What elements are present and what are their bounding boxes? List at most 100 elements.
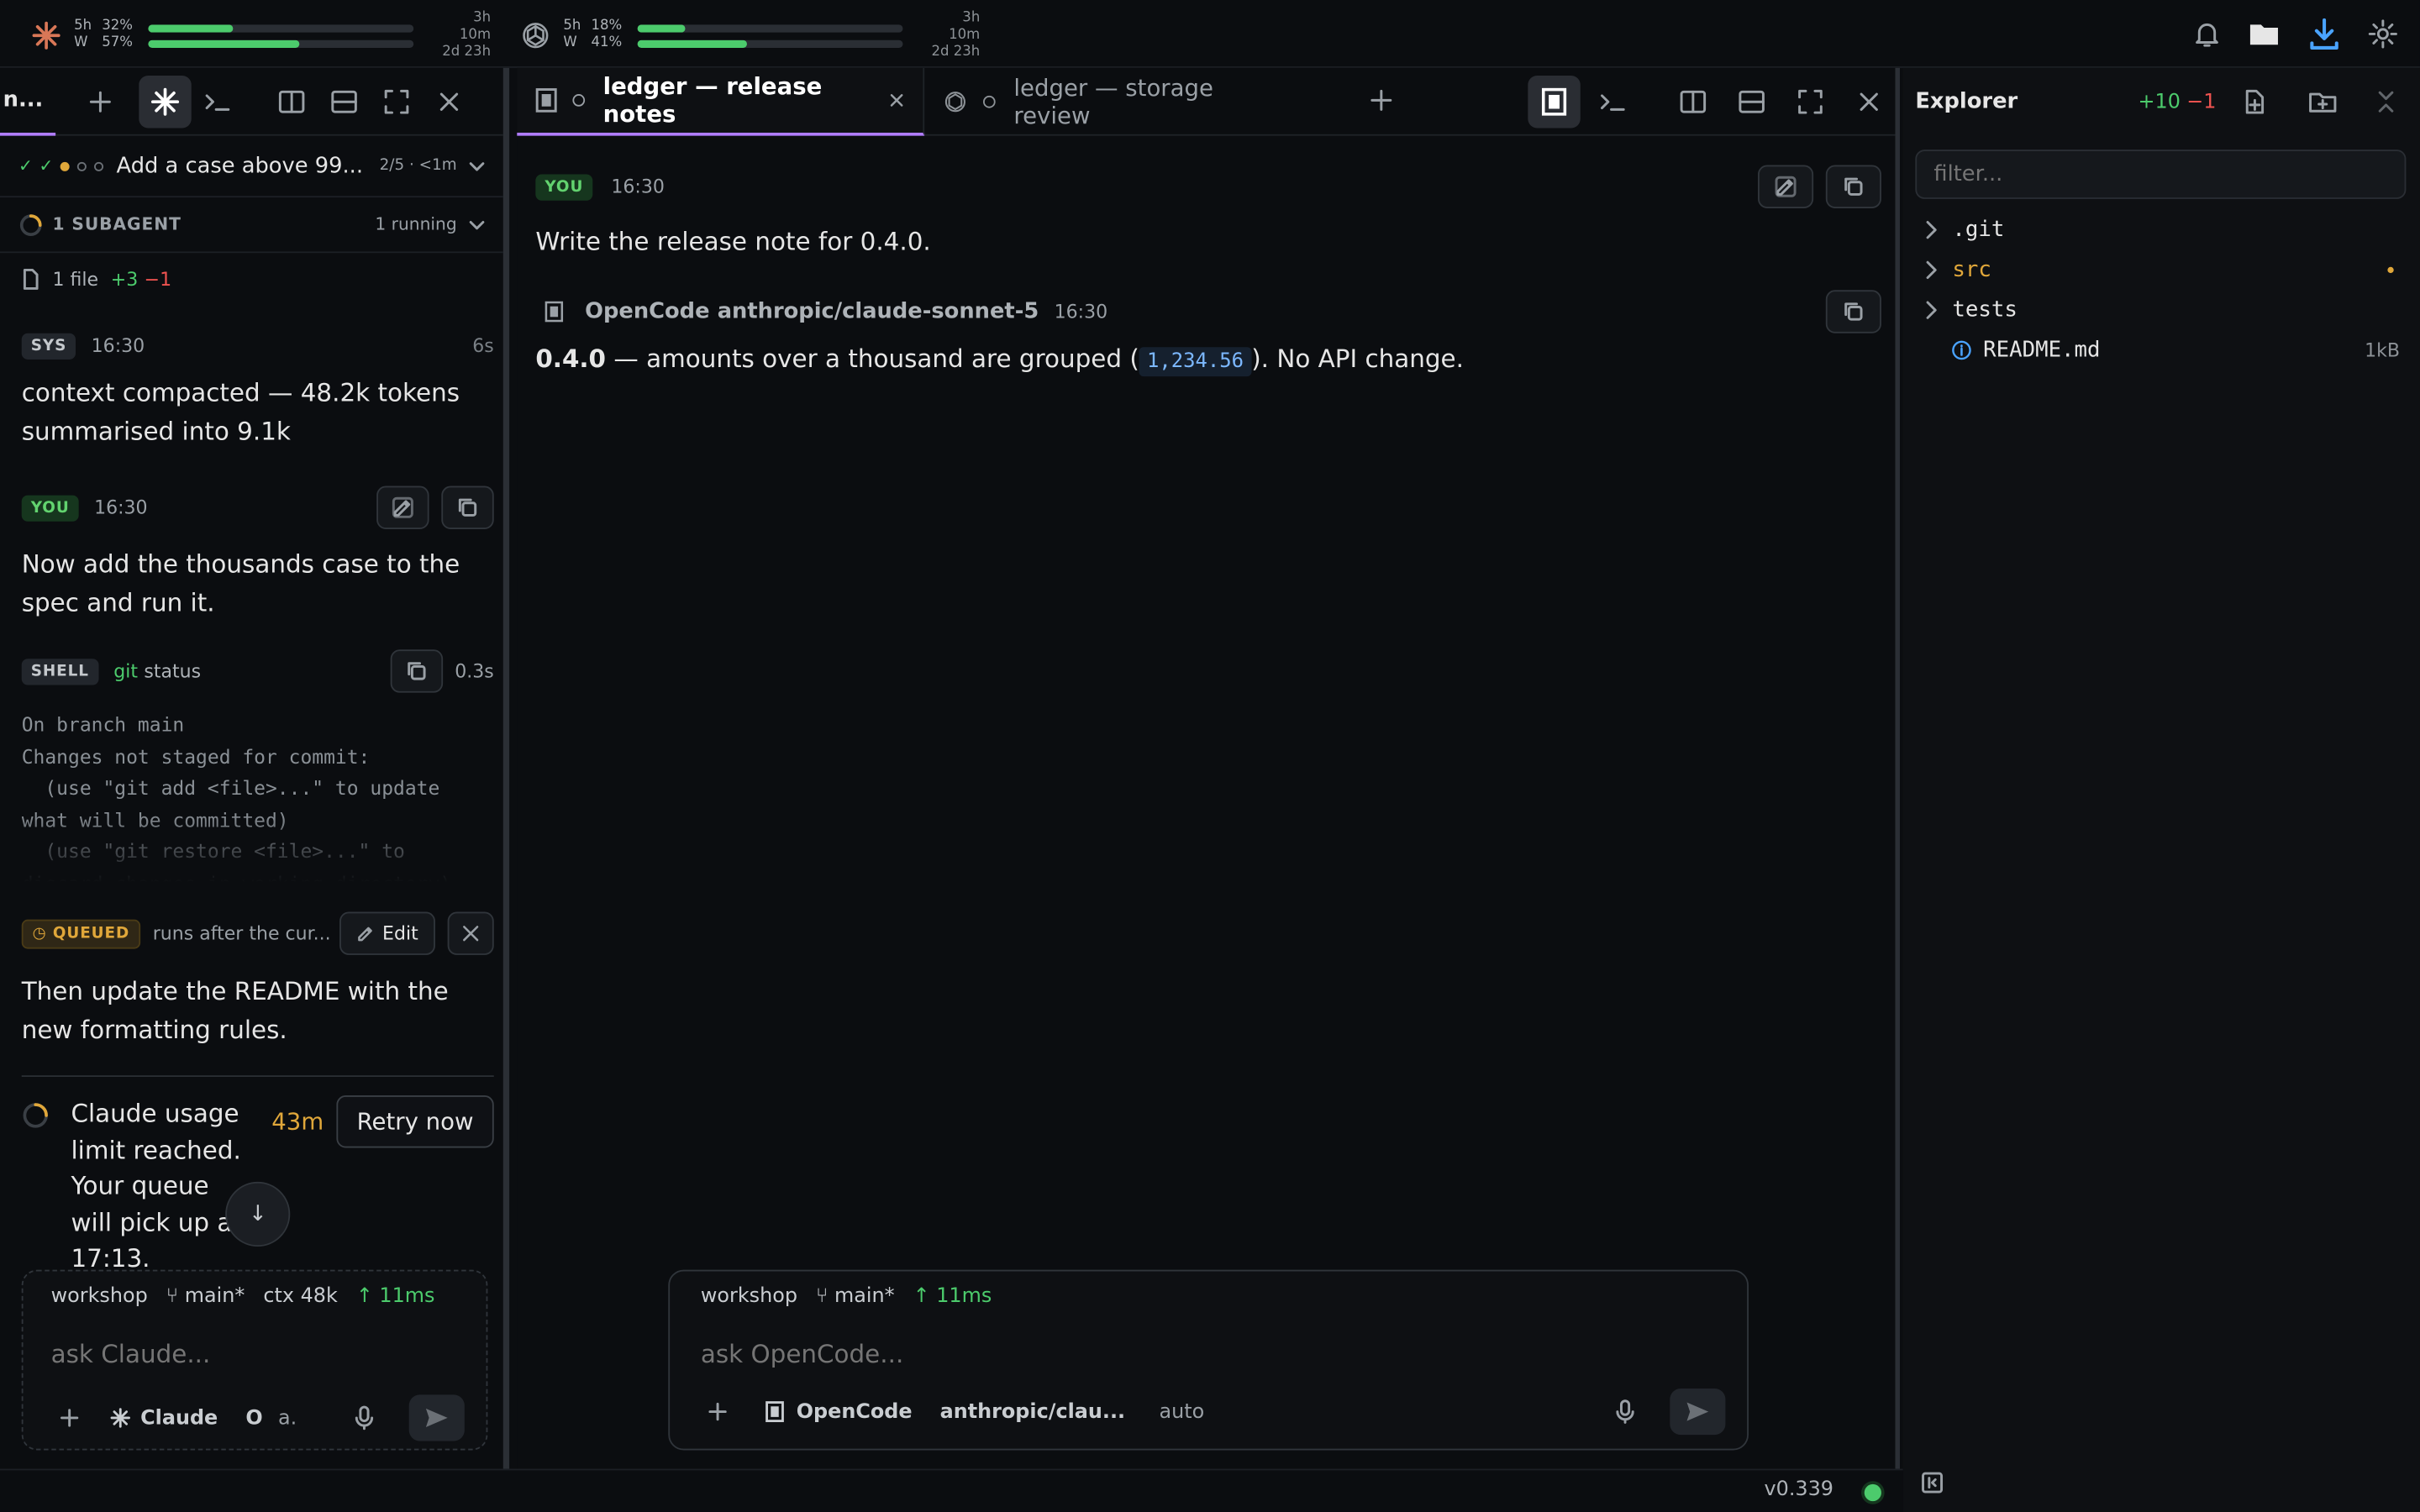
tree-file[interactable]: README.md 1kB (1915, 330, 2406, 370)
inline-code: 1,234.56 (1139, 347, 1252, 377)
claude-prompt-input[interactable] (50, 1332, 468, 1373)
reset-time: 2d 23h (442, 44, 492, 60)
user-message: YOU 16:30 Now add the thousands case to … (21, 485, 494, 622)
tree-folder[interactable]: tests (1915, 290, 2406, 330)
split-vertical-icon (1679, 90, 1707, 114)
version-bold: 0.4.0 (535, 344, 607, 374)
remove-queued-button[interactable] (447, 911, 494, 955)
send-button[interactable] (408, 1394, 465, 1441)
terminal-button[interactable] (1586, 76, 1639, 128)
copy-output-button[interactable] (390, 649, 443, 693)
folder-icon[interactable] (2247, 18, 2281, 50)
tree-folder[interactable]: .git (1915, 210, 2406, 250)
new-tab-button[interactable] (74, 75, 126, 127)
reply-text: — amounts over a thousand are grouped ( (606, 344, 1139, 374)
sys-badge: SYS (21, 332, 76, 360)
maximize-icon (1797, 88, 1824, 116)
split-horizontal-button[interactable] (1725, 76, 1777, 128)
maximize-button[interactable] (1784, 76, 1836, 128)
files-count: 1 file (52, 268, 99, 291)
claude-agent-button[interactable] (139, 75, 192, 128)
shell-duration: 0.3s (455, 660, 494, 682)
split-horizontal-button[interactable] (318, 75, 370, 127)
copy-message-button[interactable] (441, 486, 494, 529)
tree-item-label: .git (1952, 217, 2005, 243)
copy-message-button[interactable] (1825, 165, 1881, 208)
explorer-title: Explorer (1915, 89, 2018, 114)
opencode-composer: workshop ⑂ main* ↑ 11ms OpenCode anthrop… (668, 1269, 1749, 1451)
microphone-button[interactable] (1614, 1399, 1636, 1424)
lines-added: +10 (2138, 90, 2181, 113)
opencode-agent-button[interactable] (1528, 75, 1581, 129)
microphone-icon (354, 1405, 376, 1431)
edit-icon (392, 496, 414, 518)
version-label: v0.339 (1764, 1478, 1833, 1502)
queued-note: runs after the cur... (152, 922, 331, 945)
check-icon: ✓ (39, 155, 54, 176)
terminal-icon (1597, 90, 1628, 114)
usage-percent: 32% (102, 18, 133, 34)
collapse-all-button[interactable] (2377, 91, 2396, 113)
edit-message-button[interactable] (1758, 165, 1814, 208)
agent-selector[interactable]: Claude (109, 1406, 218, 1430)
message-time: 16:30 (91, 334, 145, 357)
download-icon[interactable] (2306, 15, 2343, 52)
shell-output: On branch main Changes not staged for co… (21, 712, 452, 883)
mode-selector[interactable]: auto (1160, 1400, 1205, 1424)
gear-icon[interactable] (2367, 18, 2398, 50)
user-message-text: Write the release note for 0.4.0. (535, 226, 931, 256)
scroll-to-bottom-button[interactable]: ↓ (225, 1181, 291, 1247)
model-selector[interactable]: O (245, 1406, 262, 1430)
close-icon (889, 92, 904, 108)
tab-release-notes[interactable]: ledger — release notes (517, 67, 925, 136)
limit-eta: 43m (271, 1107, 324, 1136)
close-panel-button[interactable] (423, 75, 475, 127)
tab-storage-review[interactable]: ledger — storage review (924, 68, 1307, 136)
split-vertical-button[interactable] (1667, 76, 1719, 128)
bell-icon[interactable] (2191, 18, 2223, 50)
close-tab-button[interactable] (889, 92, 904, 108)
idle-circle-icon (572, 94, 585, 107)
latency: ↑ 11ms (913, 1284, 992, 1309)
queued-message: ◷ QUEUED runs after the cur... Edit Then… (21, 911, 494, 1049)
session-tab[interactable]: n... (0, 67, 56, 135)
model-selector[interactable]: anthropic/clau... (940, 1400, 1126, 1424)
window-label: 5h (74, 18, 92, 34)
send-button[interactable] (1670, 1389, 1726, 1436)
explorer-panel: Explorer +10 −1 .git src tests README.md 1kB (1902, 67, 2420, 1512)
tree-folder[interactable]: src (1915, 250, 2406, 291)
session-tab-label: n... (3, 87, 44, 113)
attach-button[interactable] (51, 1409, 88, 1427)
terminal-button[interactable] (192, 75, 244, 127)
split-vertical-icon (278, 89, 306, 113)
mode-selector[interactable]: a. (278, 1406, 297, 1430)
collapse-panel-button[interactable] (1922, 1472, 1944, 1494)
new-file-button[interactable] (2244, 89, 2266, 114)
maximize-button[interactable] (371, 75, 423, 127)
latency: ↑ 11ms (355, 1284, 435, 1309)
explorer-filter-input[interactable] (1915, 150, 2407, 199)
agent-selector[interactable]: OpenCode (765, 1400, 913, 1423)
usage-bar (637, 39, 903, 48)
file-tree: .git src tests README.md 1kB (1915, 210, 2406, 370)
retry-now-button[interactable]: Retry now (336, 1095, 494, 1148)
new-tab-button[interactable] (1369, 88, 1393, 113)
edit-message-button[interactable] (376, 486, 429, 529)
changed-files[interactable]: 1 file +3 −1 (22, 268, 171, 291)
todo-progress[interactable]: ✓ ✓ Add a case above 99... 2/5 · <1m (0, 136, 503, 198)
microphone-button[interactable] (354, 1405, 376, 1431)
clock-icon: ◷ (32, 925, 53, 942)
opencode-prompt-input[interactable] (700, 1332, 1689, 1373)
copy-message-button[interactable] (1825, 290, 1881, 333)
attach-button[interactable] (701, 1402, 734, 1421)
claude-icon (31, 20, 62, 51)
split-vertical-button[interactable] (266, 75, 318, 127)
edit-queued-button[interactable]: Edit (339, 911, 435, 955)
subagent-row[interactable]: 1 SUBAGENT 1 running (0, 197, 503, 254)
reset-time: 3h 10m (949, 9, 981, 43)
close-panel-button[interactable] (1843, 76, 1895, 128)
split-horizontal-icon (1738, 90, 1765, 114)
opencode-session-panel: ledger — release notes ledger — storage … (517, 67, 1900, 1469)
lines-removed: −1 (2186, 90, 2217, 113)
new-folder-button[interactable] (2309, 91, 2337, 113)
